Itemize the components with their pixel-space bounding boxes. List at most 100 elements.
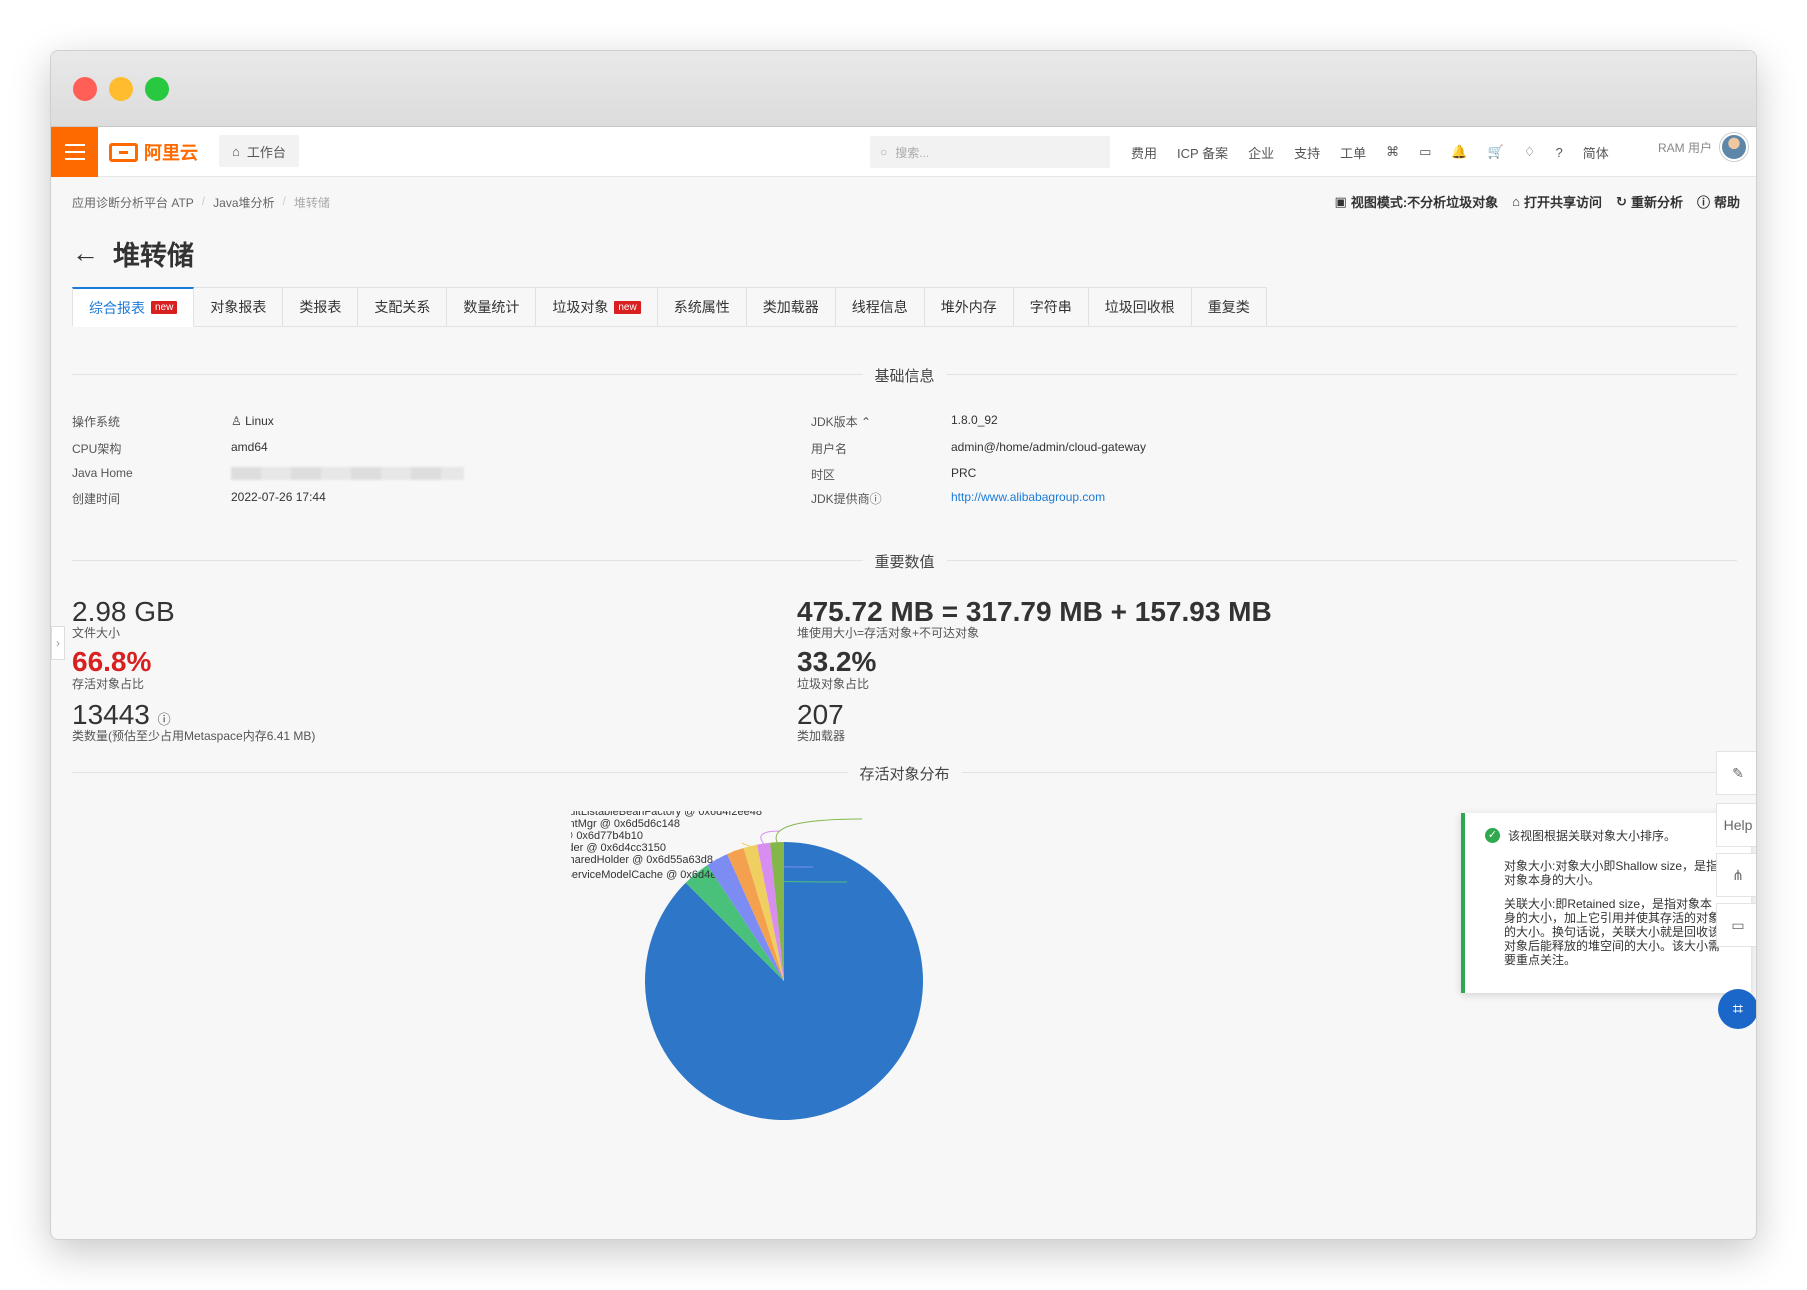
feedback-tool-button[interactable]: ▭ bbox=[1716, 903, 1756, 947]
tab-offheap[interactable]: 堆外内存 bbox=[924, 287, 1014, 327]
nav-icp[interactable]: ICP 备案 bbox=[1177, 143, 1228, 162]
top-navigation-bar: 阿里云 ⌂ 工作台 ○ 搜索... 费用 ICP 备案 企业 支持 工单 ⌘ ▭ 🔔… bbox=[51, 127, 1756, 177]
pie-label: Launcher$AppClassLoader @ 0x6d4cc3150 bbox=[571, 842, 666, 854]
success-icon: ✓ bbox=[1485, 828, 1500, 843]
new-badge: new bbox=[151, 301, 178, 314]
tab-dominator[interactable]: 支配关系 bbox=[358, 287, 448, 327]
tab-garbage-objects[interactable]: 垃圾对象 new bbox=[536, 287, 658, 327]
nav-support[interactable]: 支持 bbox=[1294, 143, 1320, 162]
app-grid-button[interactable]: ⌗ bbox=[1718, 989, 1756, 1029]
jdk-vendor-label: JDK提供商ⓘ bbox=[811, 492, 882, 506]
java-home-label: Java Home bbox=[72, 466, 133, 480]
pie-label: CtrlElementMgr @ 0x6d5d6c148 bbox=[571, 818, 680, 830]
menu-button[interactable] bbox=[51, 127, 98, 177]
workbench-button[interactable]: ⌂ 工作台 bbox=[219, 135, 299, 167]
share-tool-button[interactable]: ⋔ bbox=[1716, 853, 1756, 897]
tab-duplicate-classes[interactable]: 重复类 bbox=[1191, 287, 1267, 327]
pie-label: NettySharedHolder @ 0x6d55a63d8 bbox=[571, 854, 713, 866]
username-value: admin@/home/admin/cloud-gateway bbox=[951, 440, 1146, 454]
top-nav-items: 费用 ICP 备案 企业 支持 工单 ⌘ ▭ 🔔 🛒 ♢ ? 简体 bbox=[1131, 127, 1609, 177]
report-tabs: 综合报表 new 对象报表 类报表 支配关系 数量统计 垃圾对象 new 系统属性 … bbox=[72, 287, 1737, 327]
minimize-window-icon[interactable] bbox=[109, 77, 133, 101]
nav-ticket[interactable]: 工单 bbox=[1340, 143, 1366, 162]
tab-overview[interactable]: 综合报表 new bbox=[72, 287, 195, 327]
jdk-version-label: JDK版本 ⌃ bbox=[811, 415, 872, 429]
jdk-vendor-link[interactable]: http://www.alibabagroup.com bbox=[951, 490, 1105, 504]
live-object-pie-chart: ServiceModelCache @ 0x6d4e5a040NettyShar… bbox=[571, 811, 923, 1120]
cart-icon[interactable]: 🛒 bbox=[1488, 144, 1504, 160]
help-panel: ✓该视图根据关联对象大小排序。 × 对象大小:对象大小即Shallow size… bbox=[1461, 813, 1751, 993]
breadcrumb-item-heap-dump: 堆转储 bbox=[293, 196, 330, 210]
maximize-window-icon[interactable] bbox=[145, 77, 169, 101]
edit-tool-button[interactable]: ✎ bbox=[1716, 751, 1756, 795]
back-arrow-icon[interactable]: ← bbox=[72, 238, 99, 269]
live-ratio-label: 存活对象占比 bbox=[72, 677, 145, 691]
tab-system-properties[interactable]: 系统属性 bbox=[657, 287, 747, 327]
live-ratio-value: 66.8% bbox=[72, 646, 152, 677]
page-title: ← 堆转储 bbox=[72, 238, 194, 271]
file-size-label: 文件大小 bbox=[72, 626, 121, 640]
breadcrumb: 应用诊断分析平台 ATP / Java堆分析 / 堆转储 bbox=[72, 194, 330, 211]
user-menu[interactable]: RAM 用户 bbox=[1658, 133, 1748, 161]
tab-classloaders[interactable]: 类加载器 bbox=[746, 287, 836, 327]
tab-gc-roots[interactable]: 垃圾回收根 bbox=[1088, 287, 1192, 327]
avatar[interactable] bbox=[1720, 133, 1748, 161]
breadcrumb-item-atp[interactable]: 应用诊断分析平台 ATP bbox=[72, 194, 194, 211]
garbage-ratio-label: 垃圾对象占比 bbox=[797, 677, 870, 691]
search-icon: ○ bbox=[880, 145, 888, 159]
lock-icon: ⌂ bbox=[1512, 194, 1521, 209]
page-actions: ▣ 视图模式:不分析垃圾对象 ⌂ 打开共享访问 ↻ 重新分析 ⓘ 帮助 bbox=[1335, 192, 1740, 211]
lightbulb-icon[interactable]: ♢ bbox=[1524, 144, 1536, 160]
linux-icon: ♙ bbox=[231, 414, 242, 428]
language-button[interactable]: 简体 bbox=[1583, 143, 1609, 162]
pie-label: DefaultListableBeanFactory @ 0x6d4f2ee48 bbox=[571, 811, 762, 818]
tab-object-report[interactable]: 对象报表 bbox=[194, 287, 284, 327]
share-button[interactable]: ⌂ 打开共享访问 bbox=[1512, 192, 1602, 211]
aliyun-logo[interactable]: 阿里云 bbox=[109, 139, 198, 165]
api-icon[interactable]: ⌘ bbox=[1386, 144, 1399, 160]
classloader-count-label: 类加载器 bbox=[797, 729, 846, 743]
nav-enterprise[interactable]: 企业 bbox=[1248, 143, 1274, 162]
tab-threads[interactable]: 线程信息 bbox=[835, 287, 925, 327]
question-icon: ⓘ bbox=[157, 712, 171, 727]
help-tool-button[interactable]: Help bbox=[1716, 803, 1756, 847]
cpu-value: amd64 bbox=[231, 440, 268, 454]
help-panel-paragraph-2: 关联大小:即Retained size，是指对象本身的大小，加上它引用并使其存活… bbox=[1504, 897, 1721, 967]
breadcrumb-item-java-heap[interactable]: Java堆分析 bbox=[213, 194, 274, 211]
class-count-label: 类数量(预估至少占用Metaspace内存6.41 MB) bbox=[72, 729, 316, 743]
chat-icon: ▭ bbox=[1731, 916, 1745, 933]
view-mode-button[interactable]: ▣ 视图模式:不分析垃圾对象 bbox=[1335, 192, 1499, 211]
close-window-icon[interactable] bbox=[73, 77, 97, 101]
os-value: ♙ Linux bbox=[231, 414, 274, 428]
window-titlebar bbox=[51, 51, 1756, 127]
search-input[interactable]: ○ 搜索... bbox=[870, 136, 1110, 168]
nav-fee[interactable]: 费用 bbox=[1131, 143, 1157, 162]
jdk-version-value: 1.8.0_92 bbox=[951, 413, 998, 427]
question-circle-icon: ⓘ bbox=[869, 492, 882, 506]
garbage-ratio-value: 33.2% bbox=[797, 646, 877, 677]
terminal-icon[interactable]: ▭ bbox=[1419, 144, 1431, 160]
help-icon[interactable]: ? bbox=[1555, 145, 1562, 160]
java-home-value-redacted bbox=[231, 467, 464, 480]
grid-icon: ⌗ bbox=[1732, 998, 1744, 1019]
timezone-label: 时区 bbox=[811, 468, 836, 482]
sidebar-collapse-button[interactable]: › bbox=[51, 626, 65, 660]
tab-strings[interactable]: 字符串 bbox=[1013, 287, 1089, 327]
reanalyze-button[interactable]: ↻ 重新分析 bbox=[1616, 192, 1683, 211]
question-icon: ⓘ bbox=[1696, 195, 1710, 210]
created-value: 2022-07-26 17:44 bbox=[231, 490, 326, 504]
home-icon: ⌂ bbox=[232, 143, 240, 159]
help-button[interactable]: ⓘ 帮助 bbox=[1697, 192, 1740, 211]
created-label: 创建时间 bbox=[72, 492, 121, 506]
heap-used-label: 堆使用大小=存活对象+不可达对象 bbox=[797, 626, 980, 640]
cpu-label: CPU架构 bbox=[72, 442, 122, 456]
section-live-object-distribution: 存活对象分布 bbox=[72, 763, 1737, 792]
new-badge: new bbox=[614, 300, 641, 314]
pie-leader-line bbox=[775, 818, 863, 843]
pie-label: AuthorizationCenter @ 0x6d77b4b10 bbox=[571, 830, 643, 842]
browser-window: 阿里云 ⌂ 工作台 ○ 搜索... 费用 ICP 备案 企业 支持 工单 ⌘ ▭ 🔔… bbox=[50, 50, 1757, 1240]
tab-histogram[interactable]: 数量统计 bbox=[447, 287, 537, 327]
tab-class-report[interactable]: 类报表 bbox=[283, 287, 359, 327]
sort-icon: ⌃ bbox=[861, 415, 872, 429]
bell-icon[interactable]: 🔔 bbox=[1451, 144, 1467, 160]
